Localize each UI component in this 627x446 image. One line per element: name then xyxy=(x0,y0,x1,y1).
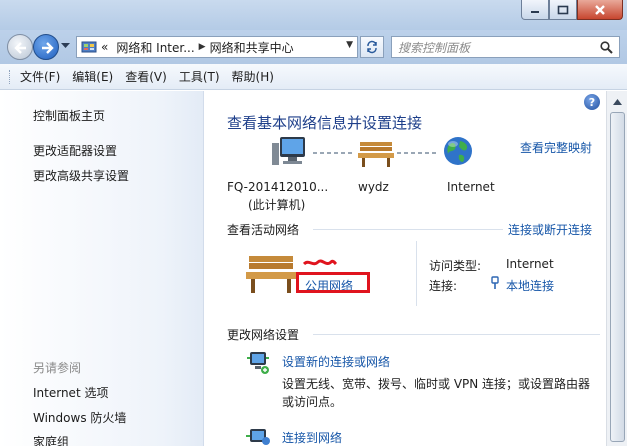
page-title: 查看基本网络信息并设置连接 xyxy=(227,114,423,132)
maximize-button[interactable] xyxy=(549,0,577,20)
change-settings-heading: 更改网络设置 xyxy=(227,328,300,342)
active-networks-heading: 查看活动网络 xyxy=(227,223,300,237)
scroll-up-button[interactable] xyxy=(609,94,625,110)
navigation-bar: « 网络和 Inter... ▶ 网络和共享中心 ▼ 搜索控制面板 xyxy=(0,30,627,64)
section-divider xyxy=(313,229,503,230)
internet-options-link[interactable]: Internet 选项 xyxy=(33,384,108,401)
search-icon[interactable] xyxy=(600,40,613,54)
control-panel-home-link[interactable]: 控制面板主页 xyxy=(33,107,105,124)
setup-new-connection-desc-2: 或访问点。 xyxy=(282,395,343,409)
see-also-heading: 另请参阅 xyxy=(33,361,82,375)
change-advanced-sharing-link[interactable]: 更改高级共享设置 xyxy=(33,167,129,184)
homegroup-link[interactable]: 家庭组 xyxy=(33,433,69,446)
refresh-icon xyxy=(367,40,377,54)
search-input[interactable]: 搜索控制面板 xyxy=(398,39,470,56)
menu-tools[interactable]: 工具(T) xyxy=(179,68,220,85)
arrow-right-icon xyxy=(42,42,54,54)
setup-new-connection-link[interactable]: 设置新的连接或网络 xyxy=(282,353,390,370)
redacted-network-name xyxy=(303,259,337,266)
title-bar xyxy=(0,0,627,30)
menu-edit[interactable]: 编辑(E) xyxy=(72,68,113,85)
map-connector-1 xyxy=(313,152,355,154)
map-connector-2 xyxy=(397,152,439,154)
minimize-button[interactable] xyxy=(521,0,549,20)
menu-grip xyxy=(9,69,12,84)
vertical-scrollbar[interactable] xyxy=(606,91,627,446)
new-connection-icon xyxy=(247,352,269,374)
address-dropdown-icon[interactable]: ▼ xyxy=(346,40,353,50)
close-icon xyxy=(595,4,605,15)
recent-pages-dropdown-icon[interactable] xyxy=(61,43,70,49)
maximize-icon xyxy=(557,5,569,14)
globe-icon xyxy=(444,137,472,165)
active-network-bench-icon xyxy=(246,256,296,293)
connections-label: 连接: xyxy=(429,279,458,293)
setup-new-connection-desc: 设置无线、宽带、拨号、临时或 VPN 连接；或设置路由器 xyxy=(282,377,591,391)
window-controls xyxy=(521,0,623,20)
windows-firewall-link[interactable]: Windows 防火墙 xyxy=(33,409,126,426)
computer-name-label: FQ-201412010... xyxy=(227,180,329,194)
network-name-label: wydz xyxy=(358,180,389,194)
breadcrumb-network-sharing-center[interactable]: 网络和共享中心 xyxy=(206,39,298,56)
control-panel-icon xyxy=(81,41,97,53)
minimize-icon xyxy=(531,10,539,13)
connect-to-network-icon xyxy=(246,429,270,445)
arrow-left-icon xyxy=(14,42,26,54)
left-pane: 控制面板主页 更改适配器设置 更改高级共享设置 另请参阅 Internet 选项… xyxy=(0,91,204,446)
highlight-box xyxy=(296,272,370,293)
menu-bar: 文件(F) 编辑(E) 查看(V) 工具(T) 帮助(H) xyxy=(0,64,627,90)
forward-button[interactable] xyxy=(33,34,59,60)
see-full-map-link[interactable]: 查看完整映射 xyxy=(520,139,592,156)
breadcrumb-network-internet[interactable]: 网络和 Inter... xyxy=(112,39,198,56)
ethernet-icon xyxy=(491,276,499,289)
computer-icon xyxy=(272,137,305,165)
section-divider-2 xyxy=(313,334,600,335)
network-bench-icon xyxy=(358,142,394,167)
scrollbar-thumb[interactable] xyxy=(610,112,625,442)
breadcrumb-overflow[interactable]: « xyxy=(97,40,112,54)
help-icon[interactable]: ? xyxy=(584,94,600,110)
menu-help[interactable]: 帮助(H) xyxy=(232,68,274,85)
close-button[interactable] xyxy=(577,0,623,20)
back-button[interactable] xyxy=(7,34,33,60)
refresh-button[interactable] xyxy=(360,36,384,58)
access-type-label: 访问类型: xyxy=(429,259,482,273)
internet-label: Internet xyxy=(447,180,495,194)
address-bar[interactable]: « 网络和 Inter... ▶ 网络和共享中心 ▼ xyxy=(76,36,358,58)
chevron-up-icon xyxy=(612,99,622,105)
this-computer-label: (此计算机) xyxy=(248,198,306,212)
change-adapter-settings-link[interactable]: 更改适配器设置 xyxy=(33,142,117,159)
connect-to-network-link[interactable]: 连接到网络 xyxy=(282,429,342,446)
connect-disconnect-link[interactable]: 连接或断开连接 xyxy=(508,221,592,238)
main-content: ? 查看基本网络信息并设置连接 查看完整映射 FQ-201412010... (… xyxy=(205,91,606,446)
menu-view[interactable]: 查看(V) xyxy=(125,68,167,85)
local-area-connection-link[interactable]: 本地连接 xyxy=(506,277,554,294)
access-type-value: Internet xyxy=(506,257,554,271)
breadcrumb-separator-icon[interactable]: ▶ xyxy=(199,42,206,52)
search-box[interactable]: 搜索控制面板 xyxy=(391,36,620,58)
menu-file[interactable]: 文件(F) xyxy=(20,68,60,85)
active-network-divider xyxy=(416,241,417,306)
